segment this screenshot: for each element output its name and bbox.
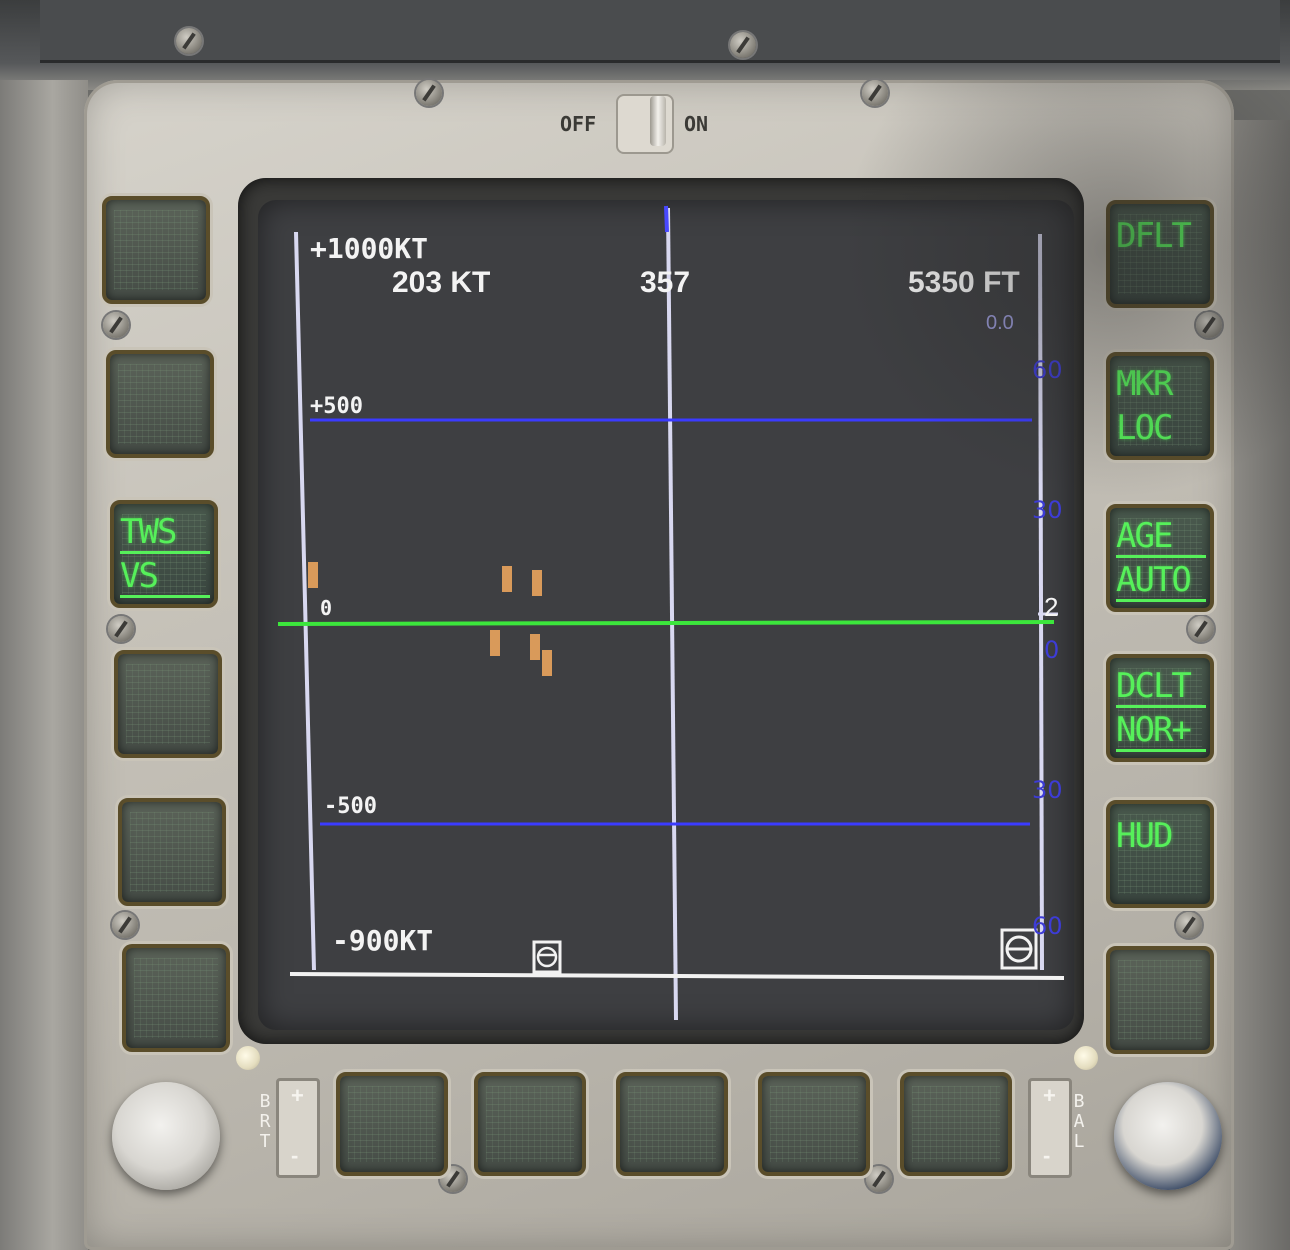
- screw-icon: [866, 1166, 892, 1192]
- baseline: [289, 972, 1065, 980]
- right-marker-label: 2: [1044, 592, 1059, 622]
- osb-left-5[interactable]: [118, 798, 226, 906]
- minus-500-label: -500: [324, 794, 377, 819]
- horizon-line: [277, 620, 1055, 626]
- osb-left-1[interactable]: [102, 196, 210, 304]
- right-scale-label: 0: [1044, 636, 1060, 664]
- velocity-top-label: +1000KT: [310, 232, 429, 265]
- osb-left-2[interactable]: [106, 350, 214, 458]
- contact-marker: [502, 566, 512, 592]
- screw-icon: [108, 616, 134, 642]
- osb-right-2-mkr-loc[interactable]: MKR LOC: [1106, 352, 1214, 460]
- zero-label: 0: [320, 596, 333, 620]
- osb-bottom-2[interactable]: [474, 1072, 586, 1176]
- balance-minus: -: [1043, 1143, 1051, 1168]
- plus-500-label: +500: [310, 394, 363, 419]
- osb-left-3-tws-vs[interactable]: TWS VS: [110, 500, 218, 608]
- heading-marker: [664, 205, 669, 233]
- osb-left-6[interactable]: [122, 944, 230, 1052]
- contact-marker: [490, 630, 500, 656]
- balance-rocker[interactable]: + -: [1028, 1078, 1072, 1178]
- right-scale-line: [1038, 233, 1044, 971]
- osb-right-5-hud[interactable]: HUD: [1106, 800, 1214, 908]
- brightness-plus: +: [291, 1083, 304, 1108]
- osb-label: AGE: [1116, 518, 1206, 558]
- right-scale-label: 60: [1032, 356, 1063, 384]
- screw-icon: [103, 312, 129, 338]
- velocity-bottom-label: -900KT: [332, 924, 434, 957]
- osb-label: MKR: [1116, 364, 1173, 404]
- heading-readout: 357: [640, 266, 691, 299]
- screw-icon: [1196, 312, 1222, 338]
- contact-marker: [542, 650, 552, 676]
- right-scale-label: 30: [1032, 776, 1063, 804]
- osb-right-3-age-auto[interactable]: AGE AUTO: [1106, 504, 1214, 612]
- osb-right-4-dclt-nor[interactable]: DCLT NOR+: [1106, 654, 1214, 762]
- osb-left-4[interactable]: [114, 650, 222, 758]
- osb-bottom-3[interactable]: [616, 1072, 728, 1176]
- airspeed-readout: 203 KT: [392, 266, 491, 299]
- osb-label: TWS: [120, 514, 210, 554]
- osb-label: LOC: [1116, 408, 1173, 448]
- balance-plus: +: [1043, 1083, 1056, 1108]
- osb-label: DFLT: [1116, 216, 1192, 256]
- power-switch-lever[interactable]: [650, 96, 666, 146]
- heading-line: [666, 207, 678, 1021]
- mfd-screen: +1000KT 203 KT 357 5350 FT 0.0 +500 0 -5…: [258, 200, 1074, 1030]
- screw-icon: [1188, 616, 1214, 642]
- left-scale-line: [294, 231, 316, 971]
- right-scale-label: 30: [1032, 496, 1063, 524]
- osb-label: VS: [120, 558, 210, 598]
- osb-bottom-1[interactable]: [336, 1072, 448, 1176]
- osb-label: HUD: [1116, 816, 1173, 856]
- screw-icon: [730, 32, 756, 58]
- left-cockpit-wall: [0, 80, 88, 1250]
- right-scale-label: 60: [1032, 912, 1063, 940]
- screw-icon: [1176, 912, 1202, 938]
- screw-icon: [862, 80, 888, 106]
- osb-bottom-5[interactable]: [900, 1072, 1012, 1176]
- screw-icon: [176, 28, 202, 54]
- screw-icon: [112, 912, 138, 938]
- brightness-label: BRT: [259, 1091, 271, 1152]
- power-off-label: OFF: [560, 112, 597, 136]
- vertical-speed-readout: 0.0: [986, 312, 1014, 334]
- indicator-lamp: [236, 1046, 260, 1070]
- balance-label: BAL: [1073, 1091, 1085, 1152]
- osb-label: DCLT: [1116, 668, 1206, 708]
- altitude-readout: 5350 FT: [908, 266, 1020, 299]
- contact-marker: [530, 634, 540, 660]
- right-cockpit-wall: [1230, 120, 1290, 1250]
- contact-marker: [532, 570, 542, 596]
- osb-label: NOR+: [1116, 712, 1206, 752]
- balance-knob[interactable]: [1114, 1082, 1222, 1190]
- vs-plot: [277, 205, 1065, 1021]
- osb-label: AUTO: [1116, 562, 1206, 602]
- osb-right-1-dflt[interactable]: DFLT: [1106, 200, 1214, 308]
- upper-console-strip: [40, 0, 1280, 63]
- contact-marker: [308, 562, 318, 588]
- osb-right-6[interactable]: [1106, 946, 1214, 1054]
- screw-icon: [416, 80, 442, 106]
- brightness-knob[interactable]: [112, 1082, 220, 1190]
- indicator-lamp: [1074, 1046, 1098, 1070]
- brightness-minus: -: [291, 1143, 299, 1168]
- osb-bottom-4[interactable]: [758, 1072, 870, 1176]
- brightness-rocker[interactable]: + -: [276, 1078, 320, 1178]
- power-on-label: ON: [684, 112, 709, 136]
